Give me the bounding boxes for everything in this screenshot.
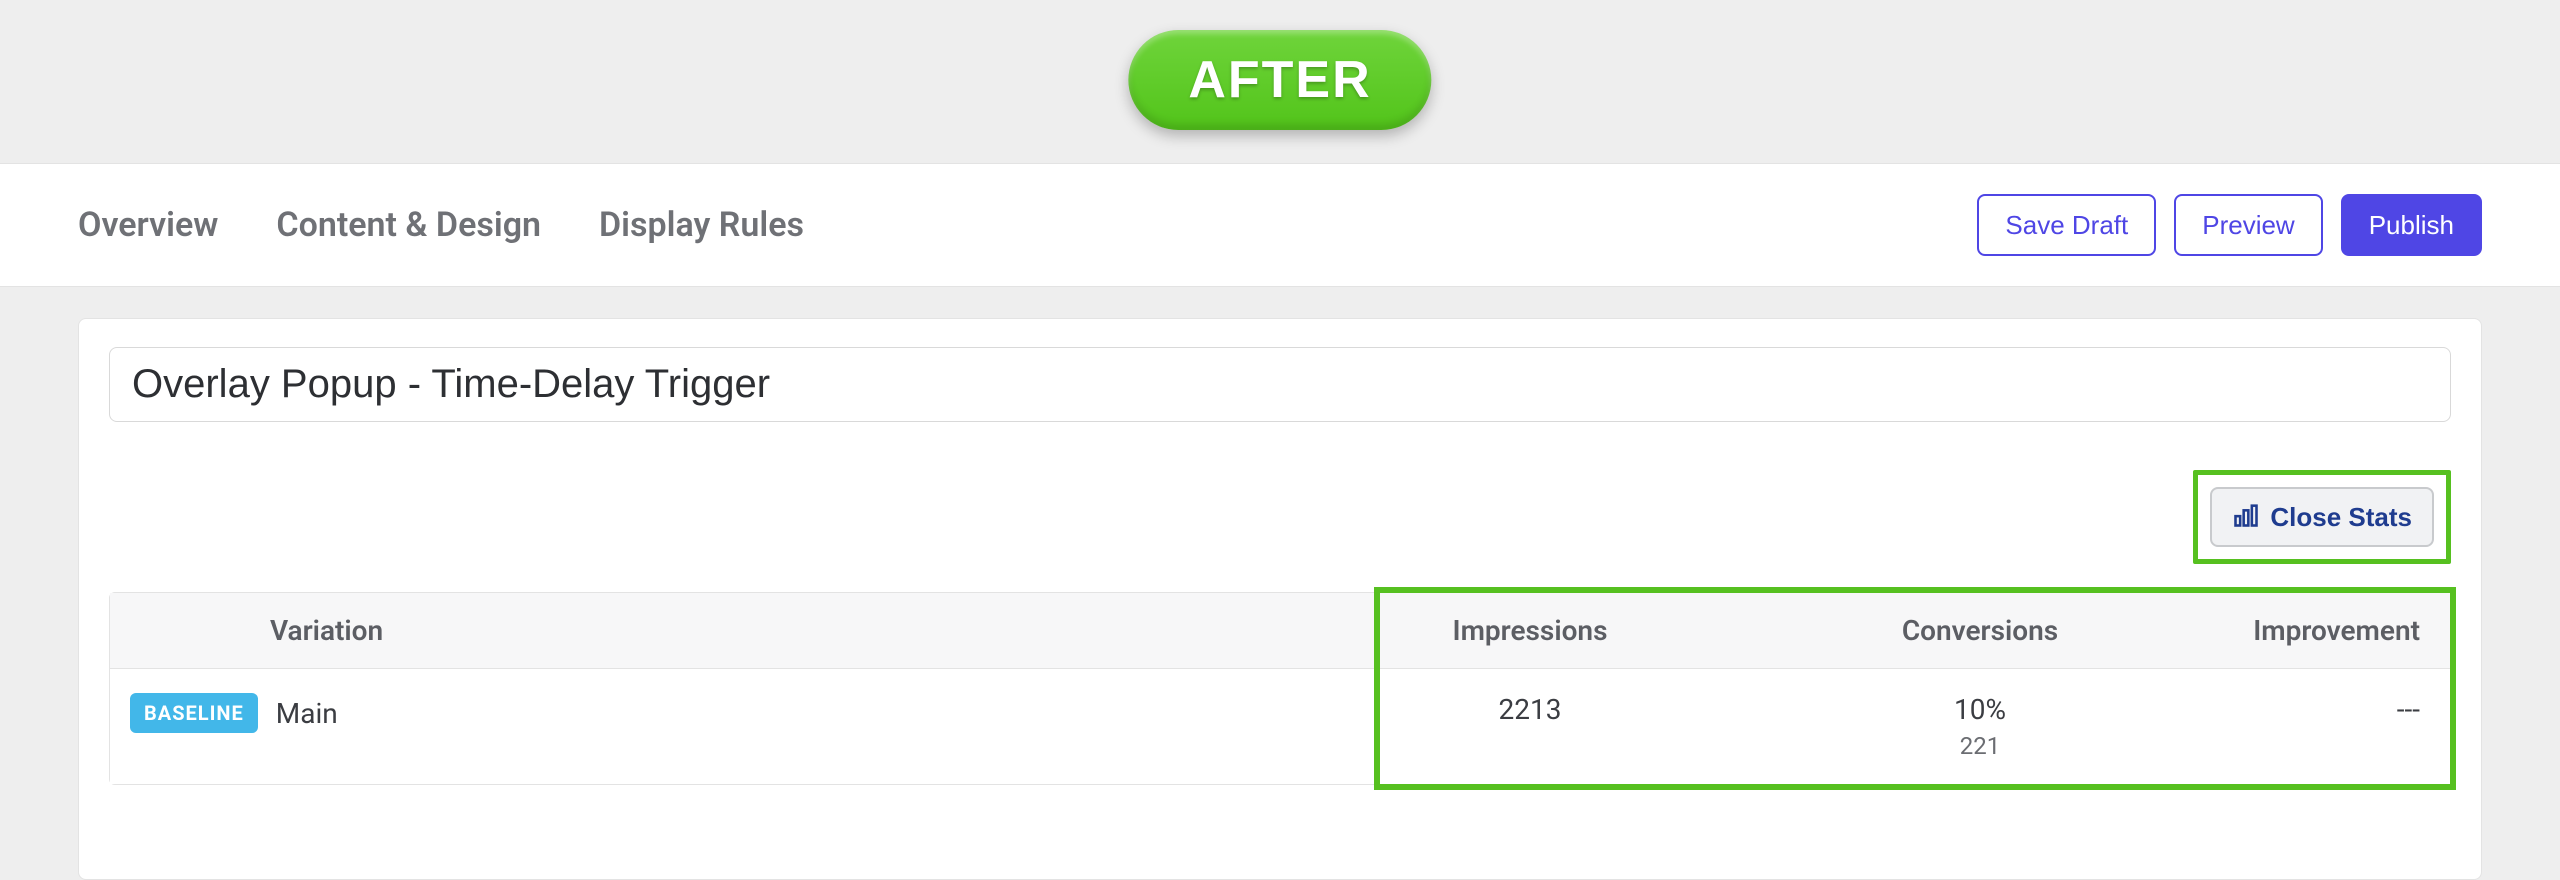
stats-table: Variation Impressions Conversions Improv… — [109, 592, 2451, 785]
save-draft-button[interactable]: Save Draft — [1977, 194, 2156, 256]
close-stats-highlight: Close Stats — [2193, 470, 2451, 564]
tab-content-design[interactable]: Content & Design — [276, 205, 541, 245]
action-bar: Save Draft Preview Publish — [1977, 194, 2482, 256]
preview-button[interactable]: Preview — [2174, 194, 2322, 256]
after-badge: AFTER — [1128, 30, 1431, 130]
header-improvement: Improvement — [2200, 614, 2450, 647]
close-stats-button[interactable]: Close Stats — [2210, 487, 2434, 547]
bar-chart-icon — [2232, 501, 2260, 533]
baseline-badge: BASELINE — [130, 693, 258, 733]
cell-impressions: 2213 — [1300, 693, 1760, 726]
tab-overview[interactable]: Overview — [78, 205, 218, 245]
top-bar: Overview Content & Design Display Rules … — [0, 163, 2560, 287]
header-variation: Variation — [110, 614, 1300, 647]
cell-conversions: 10% 221 — [1760, 693, 2200, 760]
stats-header: Variation Impressions Conversions Improv… — [110, 593, 2450, 669]
table-row: BASELINE Main 2213 10% 221 --- — [110, 669, 2450, 784]
close-stats-label: Close Stats — [2270, 504, 2412, 530]
cell-variation: BASELINE Main — [110, 693, 1300, 733]
header-conversions: Conversions — [1760, 614, 2200, 647]
variation-name: Main — [276, 697, 338, 730]
conversions-count: 221 — [1760, 732, 2200, 760]
content-panel: Close Stats Variation Impressions Conver… — [78, 318, 2482, 880]
campaign-title-input[interactable] — [109, 347, 2451, 422]
header-impressions: Impressions — [1300, 614, 1760, 647]
tab-list: Overview Content & Design Display Rules — [78, 205, 804, 245]
conversions-percent: 10% — [1760, 693, 2200, 726]
publish-button[interactable]: Publish — [2341, 194, 2482, 256]
tab-display-rules[interactable]: Display Rules — [599, 205, 804, 245]
cell-improvement: --- — [2200, 693, 2450, 726]
close-stats-row: Close Stats — [109, 470, 2451, 564]
